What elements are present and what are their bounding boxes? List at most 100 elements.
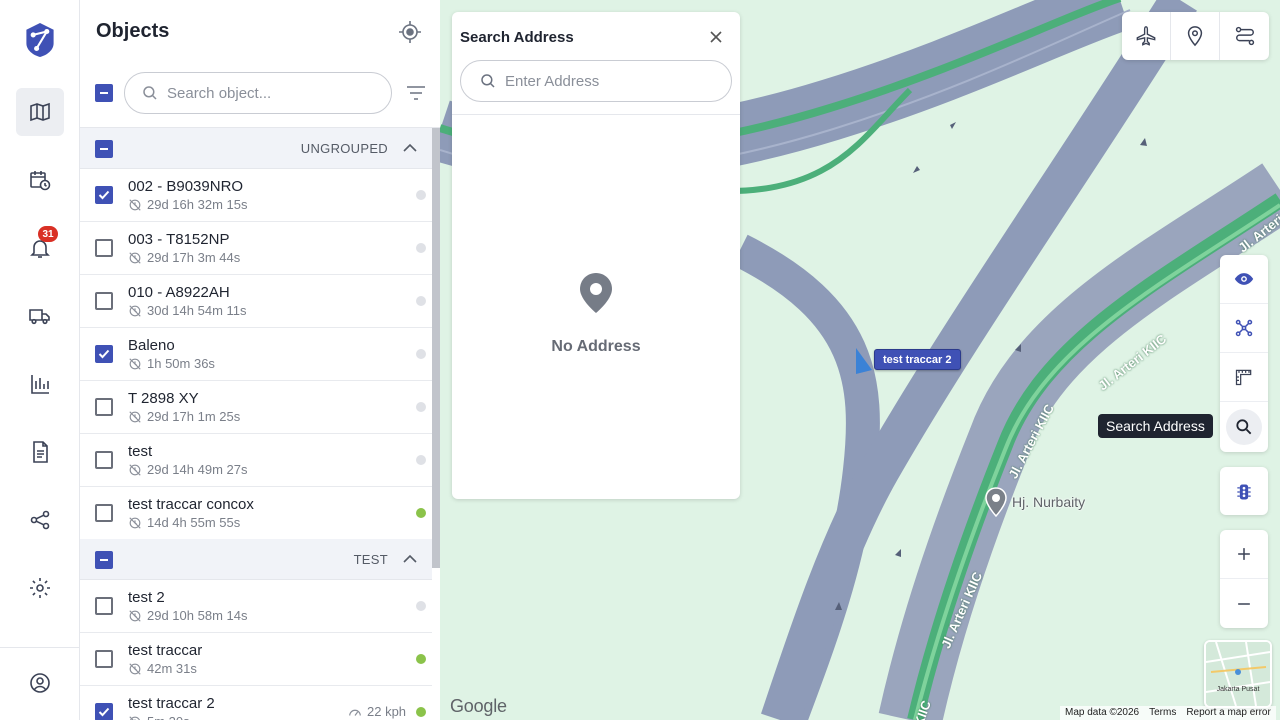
- poi-label[interactable]: Hj. Nurbaity: [1012, 494, 1085, 510]
- zoom-out-icon[interactable]: [1220, 579, 1268, 628]
- status-dot: [416, 190, 426, 200]
- gear-icon[interactable]: [16, 564, 64, 612]
- object-row[interactable]: test 2 29d 10h 58m 14s: [80, 580, 432, 633]
- object-row[interactable]: T 2898 XY 29d 17h 1m 25s: [80, 381, 432, 434]
- object-checkbox[interactable]: [95, 504, 113, 522]
- object-row[interactable]: 010 - A8922AH 30d 14h 54m 11s: [80, 275, 432, 328]
- minimap-layer-toggle[interactable]: Jakarta Pusat: [1204, 640, 1272, 708]
- object-row[interactable]: test traccar 2 5m 20s 22 kph: [80, 686, 432, 720]
- group-header-ungrouped[interactable]: UNGROUPED: [80, 128, 432, 169]
- object-duration: 42m 31s: [128, 661, 197, 676]
- object-duration: 30d 14h 54m 11s: [128, 303, 247, 318]
- object-checkbox[interactable]: [95, 597, 113, 615]
- object-name: T 2898 XY: [128, 390, 199, 407]
- zoom-controls: [1220, 530, 1268, 628]
- object-checkbox[interactable]: [95, 292, 113, 310]
- object-checkbox[interactable]: [95, 186, 113, 204]
- rail-divider: [0, 647, 80, 648]
- truck-icon[interactable]: [16, 292, 64, 340]
- object-checkbox[interactable]: [95, 451, 113, 469]
- plane-icon[interactable]: [1122, 12, 1171, 60]
- duration-text: 30d 14h 54m 11s: [147, 303, 247, 318]
- zoom-in-icon[interactable]: [1220, 530, 1268, 579]
- object-name: test traccar concox: [128, 496, 254, 513]
- address-search[interactable]: [460, 60, 732, 102]
- object-row[interactable]: Baleno 1h 50m 36s: [80, 328, 432, 381]
- clock-icon: [128, 251, 142, 265]
- status-dot: [416, 455, 426, 465]
- object-checkbox[interactable]: [95, 703, 113, 720]
- vehicle-label[interactable]: test traccar 2: [874, 349, 961, 370]
- bell-icon[interactable]: 31: [16, 224, 64, 272]
- report-icon[interactable]: [16, 428, 64, 476]
- object-name: test: [128, 443, 153, 460]
- duration-text: 29d 17h 3m 44s: [147, 250, 241, 265]
- object-row[interactable]: 002 - B9039NRO 29d 16h 32m 15s: [80, 169, 432, 222]
- object-row[interactable]: 003 - T8152NP 29d 17h 3m 44s: [80, 222, 432, 275]
- status-dot: [416, 243, 426, 253]
- graph-icon[interactable]: [1220, 304, 1268, 353]
- object-list: UNGROUPED 002 - B9039NRO 29d 16h 32m 15s 0…: [80, 127, 440, 720]
- object-row[interactable]: test traccar concox 14d 4h 55m 55s: [80, 487, 432, 540]
- notification-badge: 31: [38, 226, 58, 242]
- object-checkbox[interactable]: [95, 650, 113, 668]
- object-checkbox[interactable]: [95, 239, 113, 257]
- object-checkbox[interactable]: [95, 345, 113, 363]
- clock-icon: [128, 516, 142, 530]
- object-duration: 29d 14h 49m 27s: [128, 462, 247, 477]
- terms-link[interactable]: Terms: [1144, 706, 1181, 720]
- schedule-icon[interactable]: [16, 156, 64, 204]
- share-icon[interactable]: [16, 496, 64, 544]
- poi-pin-icon[interactable]: [984, 487, 1008, 517]
- icon-rail: 31: [0, 0, 80, 720]
- object-name: Baleno: [128, 337, 175, 354]
- object-row[interactable]: test traccar 42m 31s: [80, 633, 432, 686]
- pin-icon[interactable]: [1171, 12, 1220, 60]
- map-icon[interactable]: [16, 88, 64, 136]
- duration-text: 5m 20s: [147, 714, 190, 720]
- vehicle-marker-icon[interactable]: [852, 346, 876, 378]
- chevron-up-icon[interactable]: [400, 549, 420, 569]
- map-data-text: Map data ©2026: [1065, 707, 1140, 718]
- speed-text: 22 kph: [367, 704, 407, 719]
- close-icon[interactable]: [706, 27, 726, 47]
- object-search[interactable]: [124, 72, 392, 114]
- object-search-input[interactable]: [167, 84, 377, 102]
- divider: [452, 114, 740, 115]
- filter-icon[interactable]: [404, 81, 428, 105]
- group-checkbox[interactable]: [95, 140, 113, 158]
- status-dot: [416, 707, 426, 717]
- eye-icon[interactable]: [1220, 255, 1268, 304]
- traffic-icon[interactable]: [1220, 467, 1268, 516]
- search-address-button[interactable]: [1220, 402, 1268, 451]
- object-duration: 14d 4h 55m 55s: [128, 515, 240, 530]
- duration-text: 42m 31s: [147, 661, 197, 676]
- object-name: test 2: [128, 589, 165, 606]
- ruler-icon[interactable]: [1220, 353, 1268, 402]
- select-all-checkbox[interactable]: [95, 84, 113, 102]
- status-dot: [416, 508, 426, 518]
- address-input[interactable]: [505, 72, 715, 90]
- group-header-test[interactable]: TEST: [80, 539, 432, 580]
- duration-text: 29d 10h 58m 14s: [147, 608, 248, 623]
- logo-icon[interactable]: [16, 16, 64, 64]
- status-dot: [416, 601, 426, 611]
- map-layer-controls: [1220, 255, 1268, 452]
- group-checkbox[interactable]: [95, 551, 113, 569]
- object-row[interactable]: test 29d 14h 49m 27s: [80, 434, 432, 487]
- empty-state-text: No Address: [551, 338, 641, 355]
- map-attribution: Map data ©2026 Terms Report a map error: [1060, 706, 1276, 720]
- object-duration: 29d 17h 1m 25s: [128, 409, 240, 424]
- report-error-link[interactable]: Report a map error: [1181, 706, 1275, 720]
- status-dot: [416, 349, 426, 359]
- chevron-up-icon[interactable]: [400, 138, 420, 158]
- chart-icon[interactable]: [16, 360, 64, 408]
- object-checkbox[interactable]: [95, 398, 113, 416]
- object-duration: 5m 20s: [128, 714, 190, 720]
- list-scrollbar[interactable]: [432, 128, 440, 568]
- account-icon[interactable]: [16, 659, 64, 707]
- object-speed: 22 kph: [348, 704, 406, 719]
- route-icon[interactable]: [1220, 12, 1269, 60]
- clock-icon: [128, 715, 142, 720]
- crosshair-icon[interactable]: [398, 20, 422, 44]
